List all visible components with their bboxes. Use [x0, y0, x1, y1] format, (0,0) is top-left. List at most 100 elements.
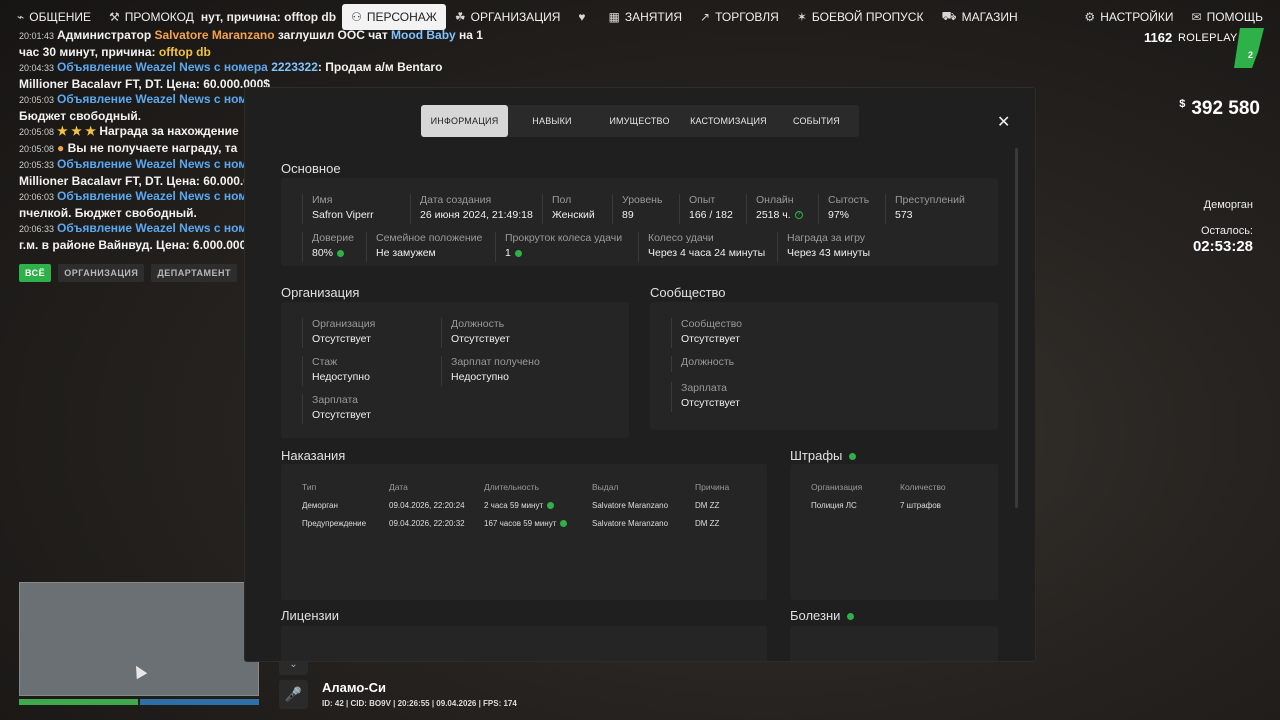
divider [638, 232, 639, 262]
tab-customization[interactable]: КАСТОМИЗАЦИЯ [683, 105, 774, 137]
org-tenure: Стаж Недоступно [312, 356, 370, 383]
player-arrow-icon [130, 662, 148, 680]
chat-text: Объявление Weazel News [57, 189, 211, 203]
chat-text: Salvatore Maranzano [154, 28, 275, 42]
close-icon[interactable]: ✕ [997, 112, 1010, 132]
community-salary: Зарплата Отсутствует [681, 382, 740, 409]
section-title-fines: Штрафы [790, 448, 857, 463]
status-label: Деморган [1203, 199, 1253, 211]
org-salaries-received: Зарплат получено Недоступно [451, 356, 540, 383]
divider [302, 394, 303, 424]
chat-text: 2223322 [271, 60, 318, 74]
divider [777, 232, 778, 262]
cell-duration: 167 часов 59 минут [484, 519, 568, 528]
divider [441, 318, 442, 348]
filter-department[interactable]: ДЕПАРТАМЕНТ [151, 264, 238, 282]
cell-type: Предупреждение [302, 519, 367, 528]
cell-date: 09.04.2026, 22:20:32 [389, 519, 465, 528]
organization-icon: ☘ [454, 10, 466, 24]
field-wheel-spins: Прокруток колеса удачи 1 [505, 232, 623, 259]
location-info: ID: 42 | CID: BO9V | 20:26:55 | 09.04.20… [322, 699, 517, 708]
tab-promo[interactable]: ⚒ ПРОМОКОД [100, 4, 203, 30]
chat-timestamp: 20:05:03 [19, 95, 55, 105]
character-modal: ИНФОРМАЦИЯ НАВЫКИ ИМУЩЕСТВО КАСТОМИЗАЦИЯ… [244, 87, 1036, 662]
section-title-licenses: Лицензии [281, 608, 339, 623]
chat-text: с номера [210, 60, 272, 74]
activities-icon: ▦ [608, 10, 620, 24]
divider [302, 194, 303, 224]
divider [302, 356, 303, 386]
chat-text: Mood Baby [391, 28, 456, 42]
chat-text: ★ ★ ★ [57, 124, 100, 138]
filter-organization[interactable]: ОРГАНИЗАЦИЯ [58, 264, 145, 282]
divider [671, 382, 672, 412]
chat-text: ● [57, 140, 68, 155]
org-position: Должность Отсутствует [451, 318, 510, 345]
filter-all[interactable]: ВСЁ [19, 264, 52, 282]
divider [542, 194, 543, 224]
divider [441, 356, 442, 386]
chat-text: г.м. в районе Вайнвуд. Цена: 6.000.000 [19, 237, 247, 252]
cell-issuer: Salvatore Maranzano [592, 519, 669, 528]
th-count: Количество [900, 482, 946, 492]
chat-text: Бюджет свободный. [19, 108, 142, 123]
info-icon[interactable]: ? [794, 211, 803, 220]
tab-organization[interactable]: ☘ ОРГАНИЗАЦИЯ [446, 4, 570, 30]
divider [495, 232, 496, 262]
th-date: Дата [389, 482, 408, 492]
chat-text: Администратор [57, 28, 155, 42]
section-title-basic: Основное [281, 161, 341, 176]
section-title-community: Сообщество [650, 285, 726, 300]
chat-text: Объявление Weazel News [57, 221, 211, 235]
divider [366, 232, 367, 262]
th-duration: Длительность [484, 482, 540, 492]
tab-label: ОРГАНИЗАЦИЯ [470, 10, 561, 24]
tab-trade[interactable]: ↗ ТОРГОВЛЯ [691, 4, 788, 30]
tab-battle-pass[interactable]: ✶ БОЕВОЙ ПРОПУСК [788, 4, 933, 30]
status-dot [547, 502, 555, 510]
chat-timestamp: 20:05:08 [19, 143, 55, 154]
chat-text: Награда за нахождение [99, 124, 239, 138]
field-name: Имя Safron Viperr [312, 194, 374, 221]
field-satiety: Сытость 97% [828, 194, 870, 221]
tab-skills[interactable]: НАВЫКИ [508, 105, 596, 137]
status-dot [847, 613, 855, 621]
cell-issuer: Salvatore Maranzano [592, 501, 669, 510]
tab-activities[interactable]: ▦ ЗАНЯТИЯ [599, 4, 691, 30]
chat-text: пчелкой. Бюджет свободный. [19, 205, 197, 220]
chat-text: offtop db [158, 44, 211, 59]
tab-chat[interactable]: ⌁ ОБЩЕНИЕ [8, 4, 100, 30]
field-level: Уровень 89 [622, 194, 663, 221]
chat-timestamp: 20:01:43 [19, 31, 55, 41]
chat-overlap-text: нут, причина: offtop db [200, 10, 337, 24]
chat-icon: ⌁ [17, 10, 25, 24]
tab-label: ПОМОЩЬ [1206, 10, 1263, 24]
cell-reason: DM ZZ [695, 519, 720, 528]
server-number: 1162 [1144, 30, 1173, 45]
chat-text: на 1 [455, 28, 483, 42]
chat-text: Объявление Weazel News [57, 60, 211, 74]
section-title-organization: Организация [281, 285, 360, 300]
tab-info[interactable]: ИНФОРМАЦИЯ [421, 105, 508, 137]
location-name: Аламо-Си [322, 680, 386, 695]
chat-line: 20:01:43 Администратор Salvatore Maranzan… [19, 28, 499, 45]
field-exp: Опыт 166 / 182 [689, 194, 733, 221]
tab-label: МАГАЗИН [961, 10, 1018, 24]
field-online: Онлайн 2518 ч.? [756, 194, 803, 221]
gear-icon: ⚙ [1084, 10, 1096, 24]
tab-events[interactable]: СОБЫТИЯ [774, 105, 859, 137]
cell-date: 09.04.2026, 22:20:24 [389, 501, 465, 510]
th-organization: Организация [811, 482, 863, 492]
server-logo: 1162 ROLEPLAY 2 [1144, 24, 1264, 68]
field-play-reward: Награда за игру Через 43 минуты [787, 232, 871, 259]
tab-property[interactable]: ИМУЩЕСТВО [596, 105, 683, 137]
scrollbar[interactable] [1015, 148, 1018, 508]
field-created: Дата создания 26 июня 2024, 21:49:18 [420, 194, 533, 221]
tab-shop[interactable]: ⛟ МАГАЗИН [932, 4, 1026, 30]
tab-character[interactable]: ⚇ ПЕРСОНАЖ [342, 4, 446, 30]
org-name: Организация Отсутствует [312, 318, 376, 345]
microphone-icon[interactable]: 🎤 [279, 680, 308, 709]
tab-family[interactable]: ♥ [569, 4, 599, 30]
server-logo-text: ROLEPLAY [1178, 32, 1238, 44]
divider [671, 356, 672, 372]
